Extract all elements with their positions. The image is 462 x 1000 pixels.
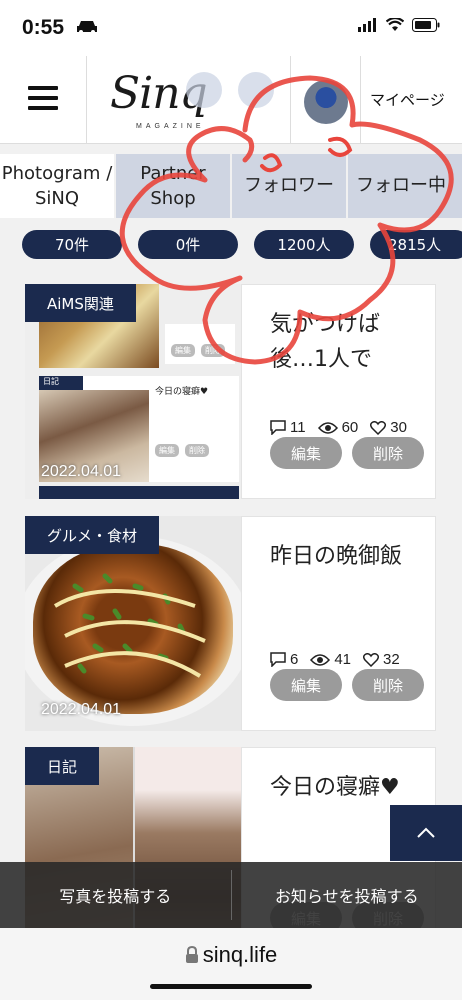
bottom-action-bar: 写真を投稿する お知らせを投稿する <box>0 862 462 928</box>
delete-button[interactable]: 削除 <box>352 669 424 701</box>
profile-tabs: Photogram / SiNQ Partner Shop フォロワー フォロー… <box>0 154 462 218</box>
site-header: Sinq MAGAZINE マイページ <box>0 56 462 144</box>
category-tag[interactable]: グルメ・食材 <box>25 516 160 554</box>
count-followers: 1200人 <box>254 230 354 259</box>
category-tag[interactable]: AiMS関連 <box>25 284 136 322</box>
post-title[interactable]: 昨日の晩御飯 <box>270 539 419 574</box>
count-shops: 0件 <box>138 230 238 259</box>
inner-title: 今日の寝癖♥ <box>155 387 209 397</box>
edit-button[interactable]: 編集 <box>270 669 342 701</box>
url-text: sinq.life <box>202 942 278 967</box>
post-card[interactable]: 編集 削除 日記 今日の寝癖♥ 編集 削除 AiMS関連 2022.04.01 気… <box>25 284 436 499</box>
tab-following[interactable]: フォロー中 <box>348 154 462 218</box>
tab-followers[interactable]: フォロワー <box>232 154 346 218</box>
edit-button[interactable]: 編集 <box>270 437 342 469</box>
count-following: 2815人 <box>370 230 462 259</box>
tab-partner-shop[interactable]: Partner Shop <box>116 154 230 218</box>
scroll-to-top-button[interactable] <box>390 805 462 861</box>
heart-icon <box>363 652 380 667</box>
delete-button[interactable]: 削除 <box>352 437 424 469</box>
count-posts: 70件 <box>22 230 122 259</box>
post-title[interactable]: 気がつけば後…1人で <box>270 307 419 377</box>
category-tag[interactable]: 日記 <box>25 747 100 785</box>
hamburger-menu-icon[interactable] <box>28 86 58 110</box>
mypage-link[interactable]: マイページ <box>370 89 445 110</box>
post-photo-button[interactable]: 写真を投稿する <box>0 862 231 928</box>
count-pills: 70件 0件 1200人 2815人 <box>0 230 462 260</box>
post-card[interactable]: グルメ・食材 2022.04.01 昨日の晩御飯 6 41 32 編集 削除 <box>25 516 436 731</box>
post-date: 2022.04.01 <box>41 463 122 480</box>
battery-icon <box>412 18 440 32</box>
post-title[interactable]: 今日の寝癖♥ <box>270 770 419 805</box>
avatar[interactable] <box>304 80 348 124</box>
browser-url-bar[interactable]: sinq.life <box>0 928 462 1000</box>
lock-icon <box>185 945 198 963</box>
car-icon <box>77 21 97 34</box>
logo-subtitle: MAGAZINE <box>136 123 205 130</box>
comment-icon <box>270 652 286 667</box>
inner-tag: 日記 <box>39 376 83 390</box>
tab-photogram[interactable]: Photogram / SiNQ <box>0 154 114 218</box>
status-time: 0:55 <box>22 16 65 39</box>
post-date: 2022.04.01 <box>41 701 122 718</box>
comment-icon <box>270 420 286 435</box>
site-logo[interactable]: Sinq MAGAZINE <box>110 68 250 132</box>
heart-icon <box>370 420 387 435</box>
instagram-icon[interactable] <box>238 72 274 108</box>
home-indicator <box>150 984 312 989</box>
wifi-icon <box>386 18 404 31</box>
status-bar: 0:55 <box>0 0 462 56</box>
post-notice-button[interactable]: お知らせを投稿する <box>232 862 462 928</box>
chevron-up-icon <box>417 827 435 838</box>
eye-icon <box>317 421 338 434</box>
post-stats: 6 41 32 <box>270 651 400 668</box>
post-stats: 11 60 30 <box>270 419 407 436</box>
eye-icon <box>310 653 331 666</box>
facebook-icon[interactable] <box>186 72 222 108</box>
signal-icon <box>358 18 376 32</box>
